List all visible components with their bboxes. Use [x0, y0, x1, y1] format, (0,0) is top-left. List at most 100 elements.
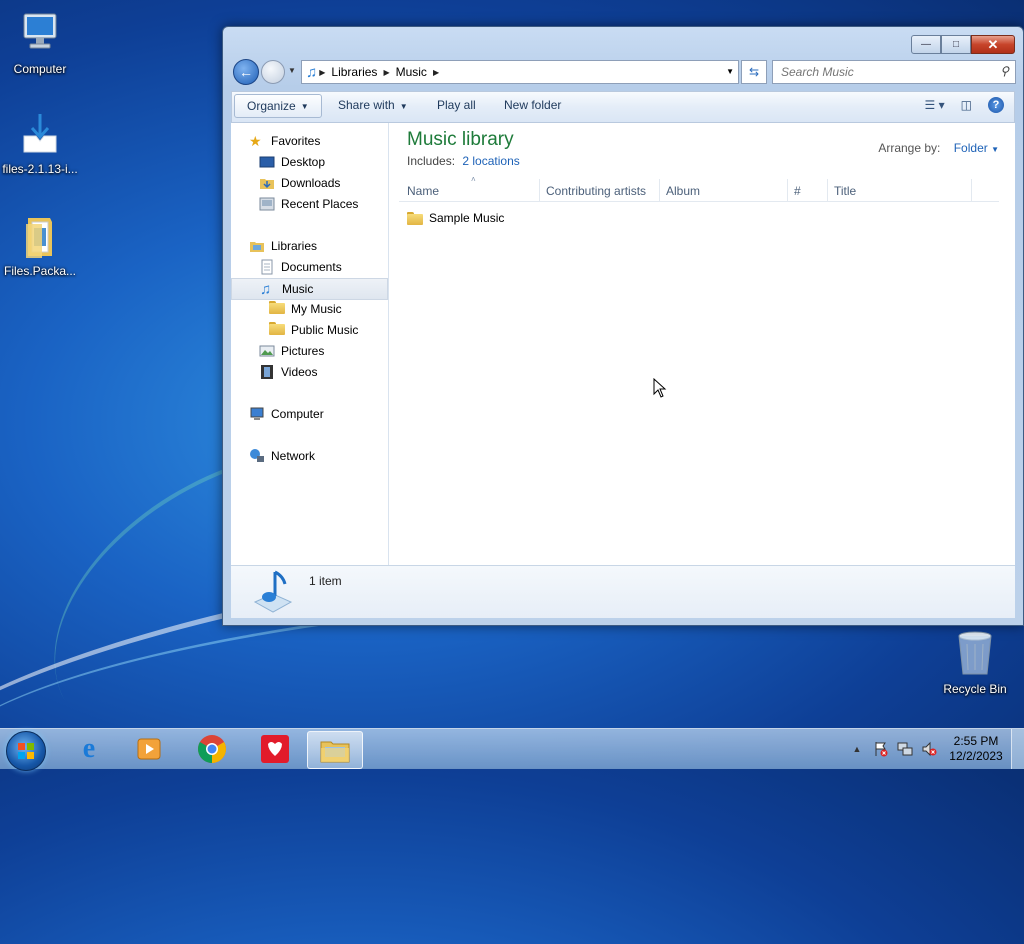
- nav-my-music[interactable]: My Music: [269, 299, 342, 319]
- arrange-label: Arrange by:: [878, 141, 941, 155]
- desktop-icon-recycle-bin[interactable]: Recycle Bin: [935, 630, 1015, 696]
- documents-icon: [259, 259, 275, 275]
- navigation-pane: ★ Favorites Desktop Downloads Recent Pla…: [231, 123, 389, 565]
- pictures-icon: [259, 343, 275, 359]
- play-all-button[interactable]: Play all: [437, 98, 476, 112]
- breadcrumb-arrow-icon[interactable]: ▶: [381, 68, 391, 77]
- desktop-icon-label: Files.Packa...: [3, 264, 77, 278]
- search-input[interactable]: [779, 64, 983, 80]
- desktop-icon-computer[interactable]: Computer: [0, 10, 80, 76]
- chevron-down-icon: ▼: [991, 145, 999, 154]
- recent-pages-dropdown[interactable]: ▼: [288, 66, 296, 75]
- desktop-icon-installer[interactable]: files-2.1.13-i...: [0, 110, 80, 176]
- list-item[interactable]: Sample Music: [407, 209, 504, 227]
- nav-desktop[interactable]: Desktop: [259, 152, 325, 172]
- clock-time: 2:55 PM: [953, 734, 999, 748]
- column-contributing-artists[interactable]: Contributing artists: [546, 184, 646, 198]
- address-row: ← ▼ ♫ ▶ Libraries ▶ Music ▶ ▼ ⇆ ⚲: [231, 59, 1016, 85]
- address-bar[interactable]: ♫ ▶ Libraries ▶ Music ▶ ▼: [301, 60, 739, 84]
- breadcrumb-arrow-icon[interactable]: ▶: [431, 68, 441, 77]
- volume-muted-icon[interactable]: [921, 741, 937, 757]
- start-button[interactable]: [6, 731, 46, 771]
- breadcrumb-arrow-icon[interactable]: ▶: [317, 68, 327, 77]
- search-icon[interactable]: ⚲: [1000, 64, 1009, 78]
- taskbar-chrome[interactable]: [185, 731, 239, 767]
- maximize-button[interactable]: □: [941, 35, 971, 54]
- nav-label: Desktop: [281, 155, 326, 169]
- nav-downloads[interactable]: Downloads: [259, 173, 340, 193]
- network-icon: [249, 448, 265, 464]
- column-name[interactable]: Name: [407, 184, 439, 198]
- nav-label: Documents: [281, 260, 342, 274]
- arrange-by: Arrange by: Folder ▼: [878, 141, 999, 155]
- nav-label: Libraries: [271, 239, 318, 253]
- change-view-icon[interactable]: ☰ ▾: [925, 98, 945, 112]
- share-with-button[interactable]: Share with ▼: [338, 98, 408, 112]
- folder-icon: [407, 211, 423, 225]
- caption-buttons: — □ ✕: [911, 35, 1015, 54]
- libraries-icon: [249, 238, 265, 254]
- chrome-icon: [198, 735, 226, 763]
- clock[interactable]: 2:55 PM 12/2/2023: [941, 734, 1011, 764]
- nav-pictures[interactable]: Pictures: [259, 341, 324, 361]
- help-icon[interactable]: ?: [988, 97, 1004, 113]
- network-status-icon[interactable]: [897, 741, 913, 757]
- taskbar-windows-explorer[interactable]: [307, 731, 363, 769]
- column-album[interactable]: Album: [666, 184, 700, 198]
- column-headers: Name ˄ Contributing artists Album # Titl…: [399, 175, 999, 202]
- new-folder-button[interactable]: New folder: [504, 98, 561, 112]
- arrange-by-dropdown[interactable]: Folder ▼: [954, 141, 999, 155]
- nav-public-music[interactable]: Public Music: [269, 320, 358, 340]
- locations-link[interactable]: 2 locations: [462, 154, 519, 168]
- nav-label: Pictures: [281, 344, 325, 358]
- breadcrumb-music[interactable]: Music: [392, 65, 431, 79]
- installer-icon: [16, 110, 64, 158]
- details-pane: 1 item: [231, 565, 1015, 618]
- show-desktop-button[interactable]: [1011, 729, 1024, 769]
- desktop-icon-files-package[interactable]: Files.Packa...: [0, 212, 80, 278]
- downloads-icon: [259, 175, 275, 191]
- refresh-button[interactable]: ⇆: [741, 60, 767, 84]
- nav-music[interactable]: ♫ Music: [231, 278, 388, 300]
- column-number[interactable]: #: [794, 184, 801, 198]
- library-includes: Includes: 2 locations: [407, 154, 520, 168]
- videos-icon: [259, 364, 275, 380]
- taskbar-media-player[interactable]: [122, 731, 176, 767]
- nav-label: Music: [282, 282, 314, 296]
- action-center-flag-icon[interactable]: [873, 741, 889, 757]
- back-button[interactable]: ←: [233, 59, 259, 85]
- content-pane: Music library Includes: 2 locations Arra…: [389, 123, 1015, 565]
- search-box[interactable]: ⚲: [772, 60, 1016, 84]
- close-button[interactable]: ✕: [971, 35, 1015, 54]
- recycle-bin-icon: [951, 630, 999, 678]
- desktop-icon-label: Computer: [13, 62, 67, 76]
- nav-network[interactable]: Network: [249, 446, 315, 466]
- chevron-down-icon: ▼: [300, 101, 309, 111]
- item-count: 1 item: [309, 574, 342, 588]
- nav-label: Computer: [271, 407, 324, 421]
- nav-label: Public Music: [291, 323, 359, 337]
- taskbar-internet-explorer[interactable]: e: [62, 731, 116, 767]
- show-hidden-icons-icon[interactable]: ▲: [849, 741, 865, 757]
- organize-button[interactable]: Organize ▼: [234, 94, 322, 118]
- music-note-icon: ♫: [306, 63, 318, 81]
- minimize-button[interactable]: —: [911, 35, 941, 54]
- address-dropdown-icon[interactable]: ▼: [726, 67, 734, 76]
- forward-button[interactable]: [261, 60, 285, 84]
- folder-icon: [16, 212, 64, 260]
- nav-favorites[interactable]: ★ Favorites: [249, 131, 320, 151]
- preview-pane-icon[interactable]: ◫: [961, 98, 972, 112]
- nav-recent-places[interactable]: Recent Places: [259, 194, 358, 214]
- nav-label: Favorites: [271, 134, 321, 148]
- library-title: Music library: [407, 129, 514, 150]
- taskbar-app[interactable]: [248, 731, 302, 767]
- breadcrumb-libraries[interactable]: Libraries: [327, 65, 381, 79]
- explorer-window: — □ ✕ ← ▼ ♫ ▶ Libraries ▶ Music ▶ ▼ ⇆ ⚲ …: [222, 26, 1024, 626]
- column-title[interactable]: Title: [834, 184, 856, 198]
- nav-libraries[interactable]: Libraries: [249, 236, 317, 256]
- media-player-icon: [137, 738, 161, 760]
- nav-videos[interactable]: Videos: [259, 362, 317, 382]
- nav-computer[interactable]: Computer: [249, 404, 324, 424]
- star-icon: ★: [249, 133, 262, 149]
- nav-documents[interactable]: Documents: [259, 257, 342, 277]
